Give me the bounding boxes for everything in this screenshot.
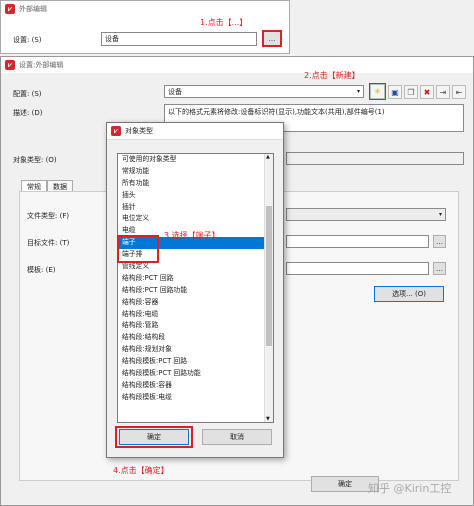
list-item[interactable]: 结构段:PCT 回路 [118,273,273,285]
main-titlebar: ⩗ 设置:外部编辑 [1,57,473,73]
setting-select[interactable]: 设备 [101,32,257,46]
object-type-field[interactable] [286,152,464,165]
app-logo-icon: ⩗ [111,126,121,136]
config-value: 设备 [168,87,182,96]
list-item[interactable]: 结构段模板:电缆 [118,392,273,404]
list-item[interactable]: 结构段:容器 [118,297,273,309]
popup-ok-label: 确定 [147,433,161,441]
chevron-down-icon: ▾ [438,211,442,218]
list-item[interactable]: 结构段:电缆 [118,309,273,321]
background-dialog: ⩗ 外部编辑 设置: (S) 设备 ... 1.点击【...】 [0,0,290,54]
scrollbar-thumb[interactable] [266,206,272,346]
config-select[interactable]: 设备 ▾ [164,85,364,98]
description-value: 以下的格式元素将修改:设备标识符(显示),功能文本(共用),部件编号(1) [168,108,385,116]
main-title: 设置:外部编辑 [19,61,64,69]
app-logo-icon: ⩗ [5,4,15,14]
chevron-down-icon: ▾ [356,88,360,95]
popup-cancel-button[interactable]: 取消 [202,429,272,445]
template-browse-button[interactable]: … [433,262,446,275]
copy-icon[interactable]: ❐ [404,85,418,99]
file-type-select[interactable]: ▾ [286,208,446,221]
browse-button[interactable]: ... [262,30,282,47]
save-icon[interactable]: ▣ [388,85,402,99]
file-type-label: 文件类型: (F) [27,212,70,220]
options-label: 选项... (O) [392,290,426,298]
list-item[interactable]: 结构段模板:PCT 回路功能 [118,368,273,380]
list-item[interactable]: 插头 [118,190,273,202]
popup-ok-button[interactable]: 确定 [119,429,189,445]
target-file-input[interactable] [286,235,429,248]
annotation-step3: 3.选择【端子】 [164,231,220,240]
setting-value: 设备 [105,35,119,43]
browse-label: ... [268,34,276,43]
new-icon[interactable]: ✳ [370,84,385,99]
delete-icon[interactable]: ✖ [420,85,434,99]
list-item[interactable]: 常规功能 [118,166,273,178]
import-icon[interactable]: ⇤ [452,85,466,99]
selection-highlight [117,235,159,263]
export-icon[interactable]: ⇥ [436,85,450,99]
template-label: 模板: (E) [27,266,56,274]
main-ok-label: 确定 [338,480,352,488]
list-item[interactable]: 结构段:PCT 回路功能 [118,285,273,297]
config-label: 配置: (S) [13,90,42,98]
target-file-label: 目标文件: (T) [27,239,70,247]
annotation-step1: 1.点击【...】 [200,18,248,27]
setting-label: 设置: (S) [13,36,42,44]
list-item[interactable]: 结构段:管路 [118,320,273,332]
object-type-label: 对象类型: (O) [13,156,57,164]
list-item[interactable]: 结构段模板:容器 [118,380,273,392]
bg-title: 外部编辑 [19,5,47,13]
options-button[interactable]: 选项... (O) [374,286,444,302]
annotation-step4: 4.点击【确定】 [113,466,169,475]
list-items: 可使用的对象类型 常规功能 所有功能 插头 插针 电位定义 电缆 端子 端子排 管线定义 结构段:P… [118,154,273,404]
popup-cancel-label: 取消 [230,433,244,441]
object-type-dialog: ⩗ 对象类型 可使用的对象类型 常规功能 所有功能 插头 插针 电位定义 电缆 端子 端子排 管线… [106,122,284,458]
template-input[interactable] [286,262,429,275]
target-file-browse-button[interactable]: … [433,235,446,248]
annotation-step2: 2.点击【新建】 [304,71,360,80]
list-item[interactable]: 所有功能 [118,178,273,190]
watermark: 知乎 @Kirin工控 [368,482,452,495]
list-item[interactable]: 可使用的对象类型 [118,154,273,166]
list-item[interactable]: 插针 [118,202,273,214]
popup-titlebar: ⩗ 对象类型 [107,123,283,140]
description-label: 描述: (D) [13,109,43,117]
scroll-down-icon[interactable]: ▼ [266,416,270,422]
list-scrollbar[interactable]: ▲ ▼ [264,154,273,422]
object-type-list[interactable]: 可使用的对象类型 常规功能 所有功能 插头 插针 电位定义 电缆 端子 端子排 管线定义 结构段:P… [117,153,274,423]
app-logo-icon: ⩗ [5,60,15,70]
list-item[interactable]: 结构段:结构段 [118,332,273,344]
list-item[interactable]: 电位定义 [118,213,273,225]
bg-titlebar: ⩗ 外部编辑 [1,1,289,17]
list-item[interactable]: 结构段模板:PCT 回路 [118,356,273,368]
list-item[interactable]: 结构段:规划对象 [118,344,273,356]
scroll-up-icon[interactable]: ▲ [266,154,270,160]
popup-title: 对象类型 [125,127,153,135]
